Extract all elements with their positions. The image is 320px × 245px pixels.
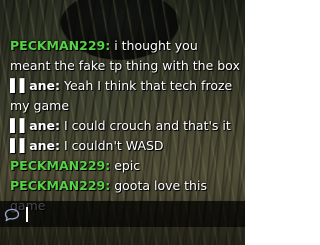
chat-sender: PECKMAN229:: [10, 178, 111, 193]
chat-bubble-icon: [4, 207, 20, 222]
chat-input-bar[interactable]: [0, 201, 245, 227]
chat-message-text: epic: [110, 158, 141, 173]
chat-message: PECKMAN229: i thought you meant the fake…: [10, 36, 241, 76]
chat-sender: ▌▌ane:: [10, 78, 61, 93]
chat-sender: PECKMAN229:: [10, 158, 111, 173]
chat-sender: ▌▌ane:: [10, 138, 61, 153]
chat-sender: PECKMAN229:: [10, 38, 111, 53]
chat-log: PECKMAN229: i thought you meant the fake…: [0, 36, 245, 216]
bottom-shade: [0, 227, 245, 245]
chat-message-text: I couldn't WASD: [60, 138, 164, 153]
chat-message: ▌▌ane: I could crouch and that's it: [10, 116, 241, 136]
chat-message-text: I could crouch and that's it: [60, 118, 231, 133]
text-caret: [26, 207, 28, 222]
chat-input[interactable]: [24, 204, 239, 224]
chat-message: ▌▌ane: I couldn't WASD: [10, 136, 241, 156]
chat-sender: ▌▌ane:: [10, 118, 61, 133]
chat-message: PECKMAN229: epic: [10, 156, 241, 176]
chat-message: ▌▌ane: Yeah I think that tech froze my g…: [10, 76, 241, 116]
